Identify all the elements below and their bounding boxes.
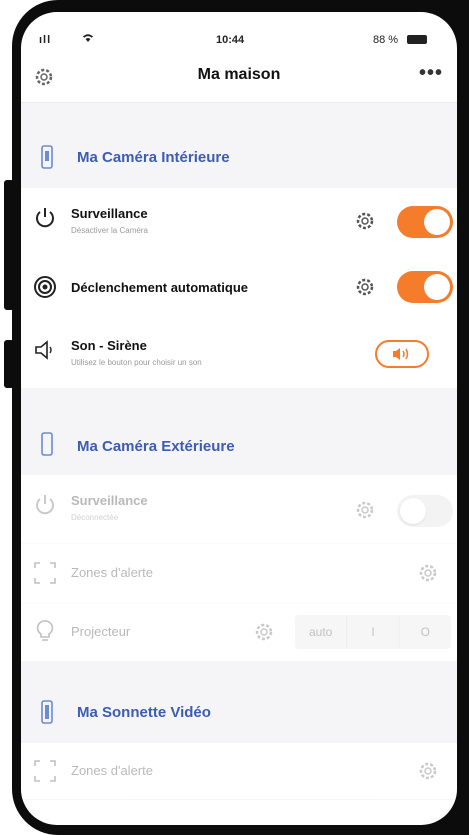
more-options-icon[interactable]: ••• — [419, 62, 443, 85]
settings-gear-icon[interactable] — [417, 760, 439, 782]
wifi-icon — [81, 32, 95, 46]
power-icon — [33, 493, 57, 517]
section-video-doorbell: Ma Sonnette Vidéo — [21, 661, 457, 743]
row-subtitle: Utilisez le bouton pour choisir un son — [71, 358, 202, 367]
section-label: Ma Sonnette Vidéo — [77, 704, 211, 721]
zone-frame-icon — [33, 759, 57, 783]
row-exterior-surveillance: Surveillance Déconnectée — [21, 475, 457, 544]
section-interior-camera: Ma Caméra Intérieure — [21, 103, 457, 188]
row-interior-auto-trigger: Déclenchement automatique — [21, 256, 457, 319]
app-screen: ıll 10:44 88 % Ma maison ••• Ma Caméra I… — [21, 12, 457, 825]
projector-mode-auto[interactable]: auto — [295, 615, 348, 649]
row-exterior-zones: Zones d'alerte — [21, 543, 457, 604]
nav-header: Ma maison ••• — [21, 52, 457, 103]
section-label: Ma Caméra Intérieure — [77, 149, 230, 166]
lightbulb-icon — [33, 619, 57, 643]
section-label: Ma Caméra Extérieure — [77, 438, 235, 455]
section-exterior-camera: Ma Caméra Extérieure — [21, 388, 457, 475]
signal-indicator: ıll — [39, 34, 52, 46]
row-doorbell-zones: Zones d'alerte — [21, 743, 457, 800]
speaker-icon — [33, 338, 57, 362]
row-interior-surveillance: Surveillance Désactiver la Caméra — [21, 188, 457, 257]
zone-frame-icon — [33, 561, 57, 585]
row-title: Zones d'alerte — [71, 763, 153, 778]
settings-gear-icon[interactable] — [253, 621, 275, 643]
auto-trigger-toggle[interactable] — [397, 271, 453, 303]
surveillance-toggle[interactable] — [397, 206, 453, 238]
battery-icon — [407, 35, 427, 44]
row-subtitle: Désactiver la Caméra — [71, 226, 148, 235]
row-title: Déclenchement automatique — [71, 280, 248, 295]
row-title: Surveillance — [71, 493, 148, 508]
doorbell-icon — [41, 700, 55, 724]
camera-icon — [41, 432, 55, 456]
projector-mode-selector: auto I O — [295, 615, 451, 649]
power-icon — [33, 206, 57, 230]
motion-sensor-icon — [33, 275, 57, 299]
row-title: Son - Sirène — [71, 338, 147, 353]
exterior-surveillance-toggle[interactable] — [397, 495, 453, 527]
settings-gear-icon[interactable] — [354, 276, 376, 298]
phone-side-button — [4, 180, 14, 310]
row-interior-siren: Son - Sirène Utilisez le bouton pour cho… — [21, 318, 457, 389]
row-subtitle: Déconnectée — [71, 513, 119, 522]
camera-icon — [41, 145, 55, 169]
siren-sound-button[interactable] — [375, 340, 429, 368]
projector-mode-off[interactable]: O — [400, 615, 451, 649]
row-title: Zones d'alerte — [71, 565, 153, 580]
phone-side-button-small — [4, 340, 14, 388]
row-title: Projecteur — [71, 624, 131, 639]
row-title: Surveillance — [71, 206, 148, 221]
page-title: Ma maison — [197, 66, 281, 83]
battery-percent: 88 % — [373, 34, 399, 46]
settings-gear-icon[interactable] — [354, 499, 376, 521]
status-bar: ıll 10:44 88 % — [21, 12, 457, 52]
status-time: 10:44 — [216, 34, 245, 46]
projector-mode-on[interactable]: I — [347, 615, 400, 649]
row-exterior-projector: Projecteur auto I O — [21, 603, 457, 662]
settings-gear-icon[interactable] — [354, 210, 376, 232]
settings-gear-icon[interactable] — [417, 562, 439, 584]
